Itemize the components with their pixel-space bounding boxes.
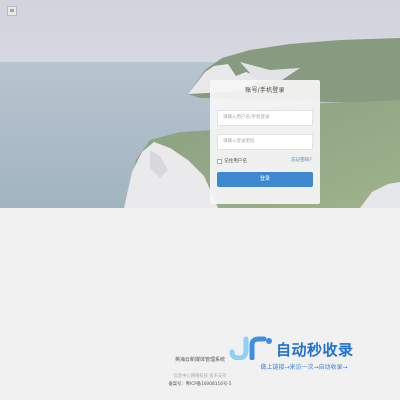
remember-label: 记住用户名 [224,159,247,164]
forgot-password-link[interactable]: 忘记密码？ [291,157,314,165]
watermark-subtitle: 做上链接→来访一次→自动收录→ [260,364,348,371]
jr-logo-icon [229,336,272,360]
watermark: 自动秒收录 做上链接→来访一次→自动收录→ [228,330,380,376]
watermark-title: 自动秒收录 [276,341,354,359]
login-card: 账号/手机登录 请输入用户名/手机登录 请输入登录密码 记住用户名 忘记密码？ … [210,80,320,204]
username-input[interactable]: 请输入用户名/手机登录 [217,110,313,126]
remember-username[interactable]: 记住用户名 [217,157,247,165]
hero-background [0,0,400,208]
login-title: 账号/手机登录 [245,87,285,94]
cliff-landscape-image [0,0,400,208]
login-button[interactable]: 登录 [217,172,313,187]
footer-icp-number[interactable]: 备案号：粤ICP备16008116号-5 [0,381,400,387]
password-input[interactable]: 请输入登录密码 [217,134,313,150]
broken-image-icon [7,6,17,16]
remember-checkbox[interactable] [217,158,222,164]
